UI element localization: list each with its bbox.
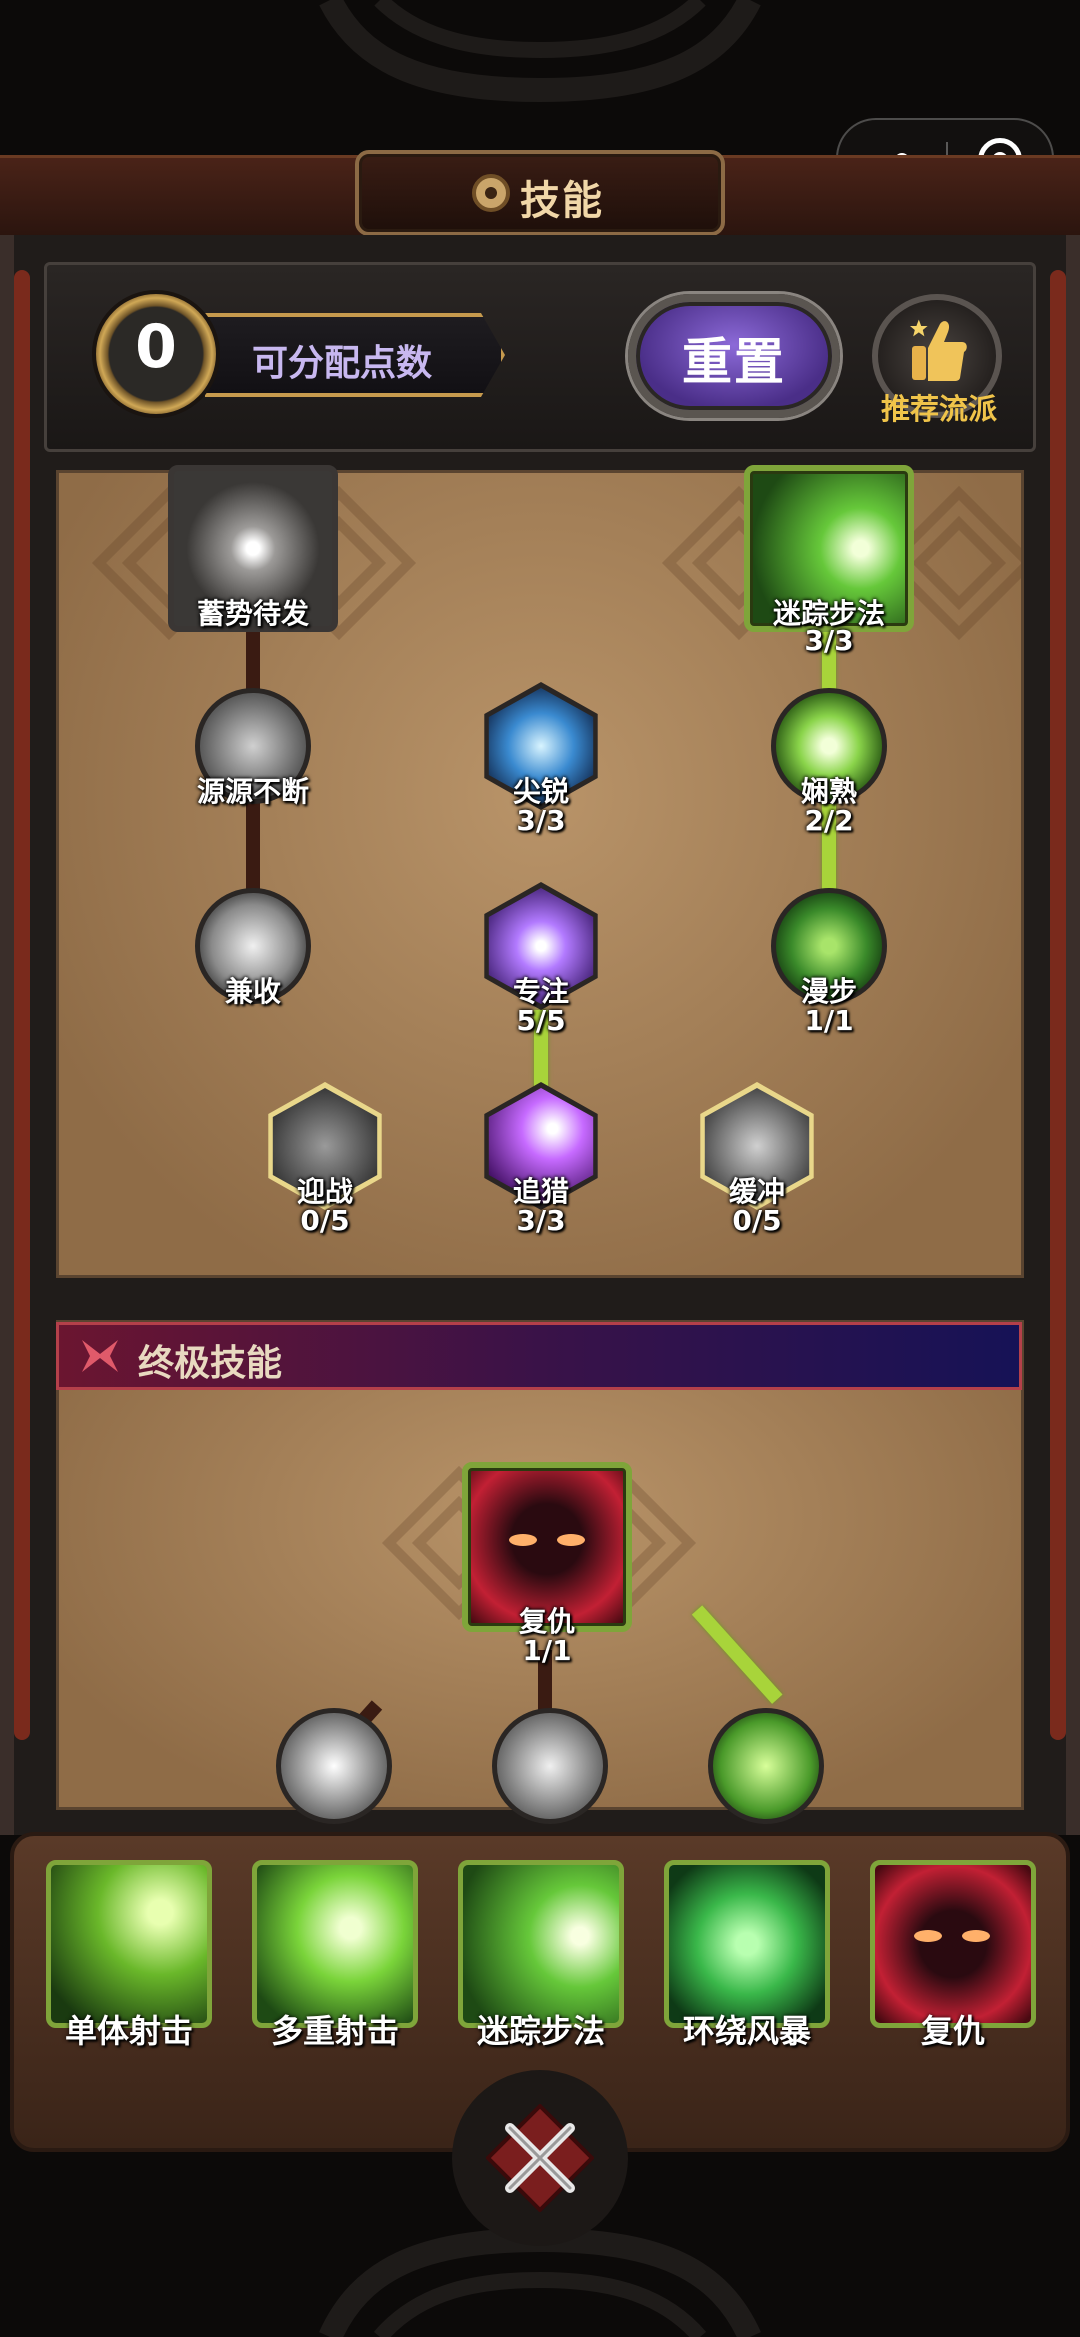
quick-slot-multi-shot-icon[interactable]: [252, 1860, 418, 2028]
connector: [246, 630, 260, 690]
glowing-eyes-icon: [914, 1930, 990, 1942]
glowing-eyes-icon: [509, 1534, 585, 1546]
skill-level: 3/3: [516, 1204, 566, 1237]
page-title: 技能: [520, 178, 604, 224]
wheel-icon: [472, 174, 510, 212]
skill-name: 蓄势待发: [196, 597, 309, 630]
quick-slot-label: 单体射击: [64, 2012, 193, 2050]
skill-level: 3/3: [804, 624, 854, 657]
reset-button-label[interactable]: 重置: [628, 322, 840, 394]
skill-level: 2/2: [804, 804, 854, 837]
skill-name: 源源不断: [196, 775, 309, 808]
thumbs-up-icon: [910, 319, 967, 381]
skill-level: 3/3: [516, 804, 566, 837]
recommend-build-label[interactable]: 推荐流派: [868, 386, 1010, 428]
skill-level: 5/5: [516, 1004, 566, 1037]
skill-node-ult-left[interactable]: [276, 1708, 392, 1824]
skill-level: 1/1: [804, 1004, 854, 1037]
skill-level: 0/5: [300, 1204, 350, 1237]
available-points-label: 可分配点数: [252, 343, 433, 384]
frame-left-rail: [14, 270, 30, 1740]
quick-slot-arrow-shot-icon[interactable]: [46, 1860, 212, 2028]
quick-slot-label: 环绕风暴: [682, 2012, 811, 2050]
ultimate-section-title: 终极技能: [138, 1343, 283, 1384]
quick-slot-label: 复仇: [920, 2012, 985, 2050]
crossed-blades-close-icon[interactable]: [486, 2104, 594, 2212]
frame-right-rail: [1050, 270, 1066, 1740]
crossed-swords-icon: [82, 1340, 118, 1372]
quick-slot-label: 迷踪步法: [476, 2012, 605, 2050]
skill-level: 1/1: [522, 1634, 572, 1667]
quick-slot-whirlwind-icon[interactable]: [664, 1860, 830, 2028]
skill-name: 兼收: [224, 975, 281, 1008]
skill-level: 0/5: [732, 1204, 782, 1237]
skill-node-ult-right[interactable]: [708, 1708, 824, 1824]
available-points-value: 0: [135, 312, 177, 382]
skill-node-ult-center[interactable]: [492, 1708, 608, 1824]
connector: [246, 800, 260, 900]
quick-slot-dash-icon[interactable]: [458, 1860, 624, 2028]
quick-slot-label: 多重射击: [270, 2012, 399, 2050]
